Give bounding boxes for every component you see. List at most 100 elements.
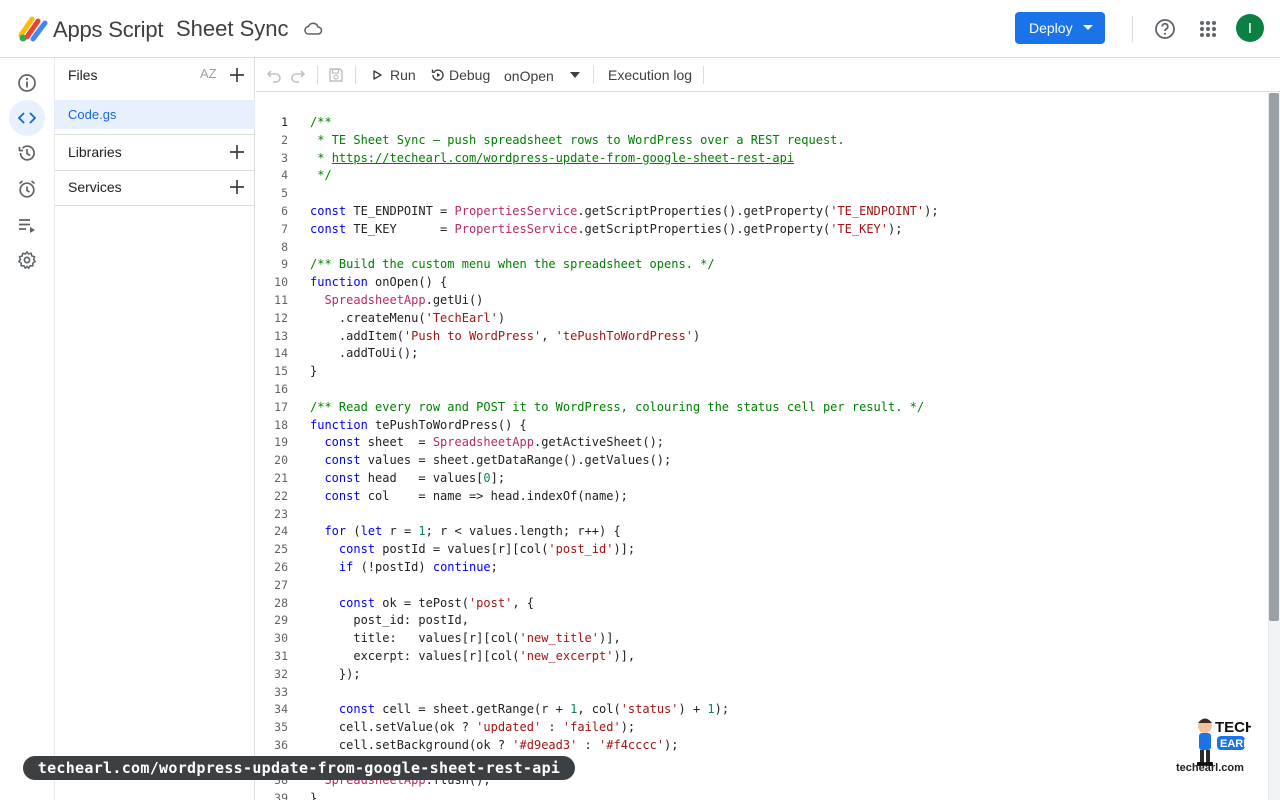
files-header: Files AZ: [55, 58, 255, 93]
code-line[interactable]: 31 excerpt: values[r][col('new_excerpt')…: [256, 648, 1266, 666]
code-text: const TE_ENDPOINT = PropertiesService.ge…: [310, 203, 939, 218]
execution-log-button[interactable]: Execution log: [608, 67, 692, 83]
add-file-icon[interactable]: [229, 67, 245, 83]
code-line[interactable]: 25 const postId = values[r][col('post_id…: [256, 541, 1266, 559]
code-text: post_id: postId,: [310, 613, 469, 628]
line-number: 24: [274, 524, 288, 539]
code-line[interactable]: 28 const ok = tePost('post', {: [256, 595, 1266, 613]
top-app-bar: Apps Script Sheet Sync Deploy I: [0, 0, 1280, 58]
editor-button[interactable]: [9, 100, 45, 136]
play-icon[interactable]: [371, 67, 383, 83]
code-line[interactable]: 24 for (let r = 1; r < values.length; r+…: [256, 523, 1266, 541]
help-icon[interactable]: [1154, 18, 1176, 40]
code-line[interactable]: 20 const values = sheet.getDataRange().g…: [256, 452, 1266, 470]
code-line[interactable]: 6 const TE_ENDPOINT = PropertiesService.g…: [256, 203, 1266, 221]
divider: [1132, 16, 1133, 42]
deploy-button[interactable]: Deploy: [1015, 12, 1105, 44]
editor-scrollbar[interactable]: [1268, 93, 1280, 800]
code-text: const postId = values[r][col('post_id')]…: [338, 542, 636, 557]
line-number: 25: [274, 542, 288, 557]
line-number: 19: [274, 435, 288, 450]
app-name[interactable]: Apps Script: [53, 17, 163, 43]
overview-button[interactable]: [9, 65, 45, 101]
avatar[interactable]: I: [1236, 14, 1264, 42]
code-line[interactable]: 15}: [256, 363, 1266, 381]
line-number: 3: [281, 150, 288, 165]
code-line[interactable]: 12 .createMenu('TechEarl'): [256, 310, 1266, 328]
code-line[interactable]: 7 const TE_KEY = PropertiesService.getScr…: [256, 221, 1266, 239]
debug-button[interactable]: Debug: [449, 67, 490, 83]
sort-az-icon[interactable]: AZ: [200, 66, 218, 84]
line-number: 22: [274, 488, 288, 503]
code-editor[interactable]: 1 /** 2 * TE Sheet Sync — push spreadsheet…: [256, 93, 1280, 800]
code-line[interactable]: 29 post_id: postId,: [256, 612, 1266, 630]
code-line[interactable]: 19 const sheet = SpreadsheetApp.getActiv…: [256, 434, 1266, 452]
triggers-button[interactable]: [9, 171, 45, 207]
code-line[interactable]: 17 /** Read every row and POST it to Word…: [256, 399, 1266, 417]
watermark-site: techearl.com: [1176, 762, 1244, 774]
apps-script-logo[interactable]: [18, 15, 50, 43]
chevron-down-icon[interactable]: [570, 72, 580, 78]
code-line[interactable]: 13 .addItem('Push to WordPress', 'tePush…: [256, 328, 1266, 346]
scrollbar-thumb[interactable]: [1269, 93, 1279, 621]
line-number: 16: [274, 381, 288, 396]
save-icon[interactable]: [328, 67, 344, 83]
code-line[interactable]: 27: [256, 577, 1266, 595]
code-line[interactable]: 8: [256, 239, 1266, 257]
code-line[interactable]: 11 SpreadsheetApp.getUi(): [256, 292, 1266, 310]
code-text: function onOpen() {: [310, 275, 448, 290]
code-line[interactable]: 35 cell.setValue(ok ? 'updated' : 'faile…: [256, 719, 1266, 737]
code-line[interactable]: 14 .addToUi();: [256, 345, 1266, 363]
executions-button[interactable]: [9, 207, 45, 243]
code-line[interactable]: 1 /**: [256, 114, 1266, 132]
code-line[interactable]: 30 title: values[r][col('new_title')],: [256, 630, 1266, 648]
code-line[interactable]: 34 const cell = sheet.getRange(r + 1, co…: [256, 701, 1266, 719]
files-heading: Files: [68, 67, 98, 83]
code-text: const ok = tePost('post', {: [338, 595, 534, 610]
project-settings-button[interactable]: [9, 242, 45, 278]
line-number: 5: [281, 186, 288, 201]
apps-grid-icon[interactable]: [1198, 19, 1218, 39]
code-line[interactable]: 9 /** Build the custom menu when the spre…: [256, 256, 1266, 274]
code-line[interactable]: 4 */: [256, 167, 1266, 185]
project-history-button[interactable]: [9, 135, 45, 171]
cloud-save-icon: [304, 22, 323, 35]
file-item[interactable]: Code.gs: [55, 100, 255, 129]
code-line[interactable]: 22 const col = name => head.indexOf(name…: [256, 488, 1266, 506]
debug-icon[interactable]: [430, 67, 446, 83]
code-line[interactable]: 33: [256, 684, 1266, 702]
libraries-row[interactable]: Libraries: [55, 135, 255, 170]
project-title[interactable]: Sheet Sync: [176, 16, 289, 42]
run-button[interactable]: Run: [390, 67, 416, 83]
divider: [317, 66, 318, 84]
code-line[interactable]: 23: [256, 506, 1266, 524]
divider: [703, 66, 704, 84]
services-row[interactable]: Services: [55, 170, 255, 205]
code-line[interactable]: 5: [256, 185, 1266, 203]
code-line[interactable]: 10 function onOpen() {: [256, 274, 1266, 292]
file-name: Code.gs: [68, 107, 117, 122]
code-line[interactable]: 2 * TE Sheet Sync — push spreadsheet row…: [256, 132, 1266, 150]
function-select[interactable]: onOpen: [504, 68, 554, 84]
code-line[interactable]: 36 cell.setBackground(ok ? '#d9ead3' : '…: [256, 737, 1266, 755]
add-service-icon[interactable]: [229, 179, 245, 195]
left-nav-rail: [0, 58, 54, 800]
code-line[interactable]: 3 * https://techearl.com/wordpress-updat…: [256, 150, 1266, 168]
code-text: const TE_KEY = PropertiesService.getScri…: [310, 221, 903, 236]
code-text: title: values[r][col('new_title')],: [310, 631, 621, 646]
code-text: * TE Sheet Sync — push spreadsheet rows …: [310, 132, 845, 147]
line-number: 34: [274, 702, 288, 717]
code-text: const sheet = SpreadsheetApp.getActiveSh…: [324, 435, 665, 450]
add-library-icon[interactable]: [229, 144, 245, 160]
code-line[interactable]: 18 function tePushToWordPress() {: [256, 417, 1266, 435]
code-line[interactable]: 26 if (!postId) continue;: [256, 559, 1266, 577]
editor-toolbar: Run Debug onOpen Execution log: [256, 58, 1280, 92]
divider: [355, 66, 356, 84]
code-line[interactable]: 32 });: [256, 666, 1266, 684]
code-line[interactable]: 39}: [256, 790, 1266, 800]
code-line[interactable]: 21 const head = values[0];: [256, 470, 1266, 488]
code-lines[interactable]: 1 /** 2 * TE Sheet Sync — push spreadsheet…: [256, 114, 1266, 800]
code-line[interactable]: 16: [256, 381, 1266, 399]
redo-icon[interactable]: [290, 67, 306, 83]
undo-icon[interactable]: [266, 67, 282, 83]
